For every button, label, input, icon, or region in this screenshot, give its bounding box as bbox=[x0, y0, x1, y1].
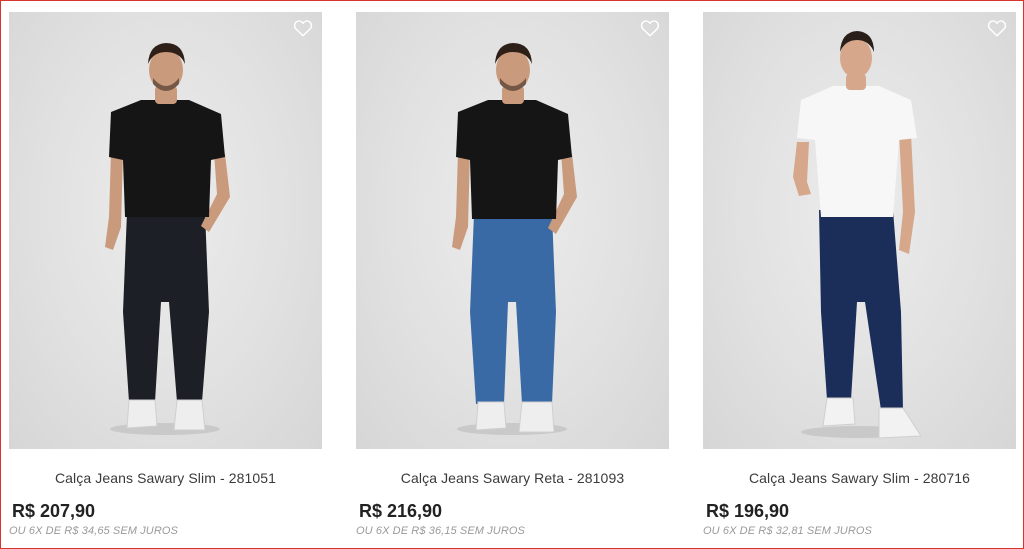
installments-text: OU 6X DE R$ 32,81 SEM JUROS bbox=[703, 525, 872, 537]
product-image[interactable] bbox=[356, 12, 669, 449]
product-price: R$ 207,90 bbox=[12, 501, 96, 521]
installments-text: OU 6X DE R$ 36,15 SEM JUROS bbox=[356, 525, 525, 537]
product-title[interactable]: Calça Jeans Sawary Slim - 281051 bbox=[9, 469, 322, 487]
installments-text: OU 6X DE R$ 34,65 SEM JUROS bbox=[9, 525, 178, 537]
model-figure bbox=[105, 43, 230, 435]
model-figure bbox=[793, 31, 922, 439]
heart-outline-icon bbox=[293, 20, 313, 37]
product-card[interactable]: Calça Jeans Sawary Slim - 281051 R$ 207,… bbox=[9, 12, 322, 538]
product-image[interactable] bbox=[9, 12, 322, 449]
model-figure bbox=[452, 43, 577, 435]
product-card[interactable]: Calça Jeans Sawary Reta - 281093 R$ 216,… bbox=[356, 12, 669, 538]
model-photo bbox=[452, 43, 577, 435]
product-title[interactable]: Calça Jeans Sawary Reta - 281093 bbox=[356, 469, 669, 487]
favorite-button[interactable] bbox=[639, 17, 661, 39]
product-price: R$ 196,90 bbox=[706, 501, 790, 521]
product-grid: Calça Jeans Sawary Slim - 281051 R$ 207,… bbox=[0, 0, 1024, 549]
product-title[interactable]: Calça Jeans Sawary Slim - 280716 bbox=[703, 469, 1016, 487]
product-card[interactable]: Calça Jeans Sawary Slim - 280716 R$ 196,… bbox=[703, 12, 1016, 538]
model-photo bbox=[105, 43, 230, 435]
favorite-button[interactable] bbox=[292, 17, 314, 39]
favorite-button[interactable] bbox=[986, 17, 1008, 39]
product-image[interactable] bbox=[703, 12, 1016, 449]
heart-outline-icon bbox=[640, 20, 660, 37]
product-price: R$ 216,90 bbox=[359, 501, 443, 521]
model-photo bbox=[793, 31, 922, 439]
heart-outline-icon bbox=[987, 20, 1007, 37]
